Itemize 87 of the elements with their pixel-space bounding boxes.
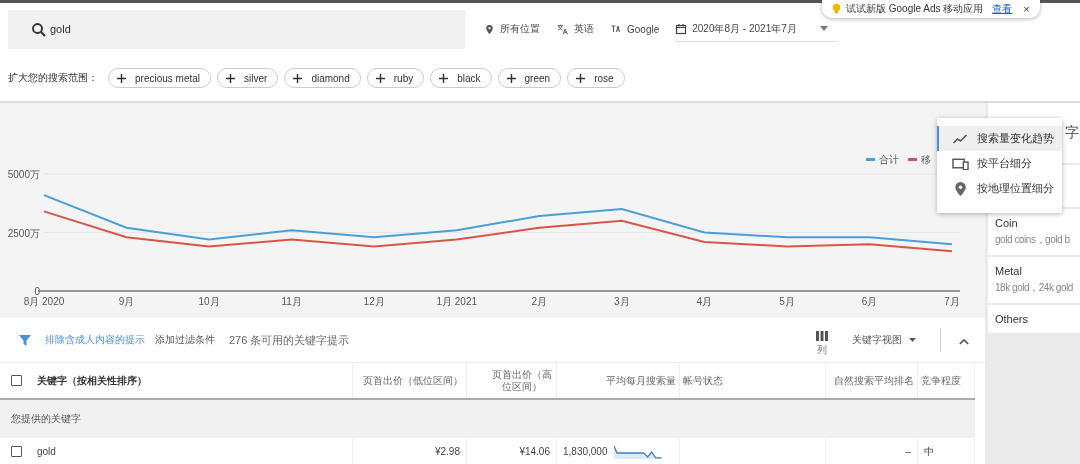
network-icon bbox=[610, 23, 622, 35]
axis-label: 11月 bbox=[281, 296, 302, 307]
plus-icon bbox=[375, 73, 385, 83]
keyword-chip[interactable]: rose bbox=[567, 68, 625, 88]
keyword-chip[interactable]: green bbox=[497, 68, 562, 88]
search-icon bbox=[30, 20, 48, 39]
axis-label: 10月 bbox=[198, 296, 220, 307]
column-header[interactable]: 竞争程度 bbox=[921, 374, 961, 387]
group-label: 您提供的关键字 bbox=[11, 412, 81, 426]
category-card[interactable]: Coin gold coins，gold b bbox=[988, 209, 1080, 255]
legend-label: 合计 bbox=[879, 154, 899, 165]
category-title: Metal bbox=[995, 265, 1023, 277]
axis-label: 3月 bbox=[614, 296, 630, 307]
legend-label: 移 bbox=[921, 154, 931, 165]
plus-icon bbox=[226, 73, 236, 83]
axis-label: 6月 bbox=[861, 296, 878, 307]
notification-text: 试试新版 Google Ads 移动应用 bbox=[846, 2, 984, 16]
caret-icon bbox=[819, 26, 828, 31]
axis-label: 0 bbox=[34, 286, 40, 297]
axis-label: 9月 bbox=[118, 296, 135, 307]
table-cell: ¥2.98 bbox=[434, 446, 460, 457]
plus-icon bbox=[506, 73, 516, 83]
axis-label: 5月 bbox=[779, 296, 795, 307]
plus-icon bbox=[293, 73, 303, 83]
close-button[interactable]: × bbox=[1017, 3, 1030, 15]
table-cell: gold bbox=[37, 446, 56, 457]
chevron-up-icon bbox=[959, 337, 969, 345]
column-header[interactable]: 自然搜索平均排名 bbox=[834, 374, 914, 387]
checkbox[interactable] bbox=[11, 446, 22, 457]
filter-link[interactable]: 排除含成人内容的提示 bbox=[45, 333, 145, 347]
axis-label: 1月 2021 bbox=[436, 296, 477, 307]
table-cell: ¥14.06 bbox=[519, 446, 550, 457]
broaden-label: 扩大您的搜索范围： bbox=[8, 71, 98, 85]
keyword-chip[interactable]: silver bbox=[217, 68, 279, 88]
location-button[interactable]: 所有位置 bbox=[484, 22, 556, 36]
category-title: Others bbox=[995, 313, 1029, 325]
search-field[interactable]: gold bbox=[8, 9, 465, 49]
axis-label: 2月 bbox=[531, 296, 548, 307]
category-card[interactable]: Others bbox=[988, 305, 1080, 333]
plus-icon bbox=[117, 73, 126, 83]
pin-icon bbox=[484, 23, 495, 35]
network-button[interactable]: Google bbox=[610, 23, 676, 35]
suggestion-count: 276 条可用的关键字提示 bbox=[229, 332, 350, 348]
lightbulb-icon bbox=[832, 3, 841, 15]
column-header[interactable]: 关键字（按相关性排序） bbox=[37, 373, 147, 388]
add-filter-button[interactable]: 添加过滤条件 bbox=[155, 333, 215, 347]
axis-label: 5000万 bbox=[7, 169, 40, 180]
table-cell: 1,830,000 bbox=[563, 446, 608, 457]
table-cell: – bbox=[905, 446, 911, 457]
menu-item[interactable]: 按平台细分 bbox=[937, 151, 1062, 176]
checkbox[interactable] bbox=[11, 375, 22, 386]
category-title: Coin bbox=[995, 217, 1019, 229]
axis-label: 2500万 bbox=[7, 227, 40, 239]
filter-icon bbox=[19, 334, 31, 346]
plus-icon bbox=[576, 73, 586, 83]
date-range-button[interactable]: 2020年8月 - 2021年7月 bbox=[675, 16, 838, 42]
calendar-icon bbox=[675, 22, 688, 35]
panel-heading: 字 bbox=[1065, 125, 1079, 139]
pin-icon bbox=[952, 181, 969, 196]
menu-item[interactable]: 按地理位置细分 bbox=[937, 176, 1062, 201]
menu-item[interactable]: 搜索量变化趋势 bbox=[937, 126, 1062, 151]
axis-label: 4月 bbox=[696, 296, 713, 307]
plus-icon bbox=[439, 73, 449, 83]
axis-label: 12月 bbox=[363, 296, 385, 307]
category-keywords: gold coins，gold b bbox=[995, 233, 1071, 247]
caret-icon bbox=[909, 338, 916, 342]
axis-label: 7月 bbox=[944, 296, 960, 307]
column-header[interactable]: 帐号状态 bbox=[683, 374, 723, 387]
category-keywords: 18k gold，24k gold bbox=[995, 281, 1074, 295]
keyword-chip[interactable]: black bbox=[430, 68, 492, 88]
table-cell: 中 bbox=[924, 444, 934, 459]
category-card[interactable]: Metal 18k gold，24k gold bbox=[988, 257, 1080, 303]
column-header[interactable]: 页首出价（低位区间） bbox=[363, 374, 463, 387]
columns-icon bbox=[816, 331, 828, 341]
translate-icon bbox=[556, 22, 569, 36]
keyword-chip[interactable]: precious metal bbox=[108, 68, 212, 88]
keyword-chip[interactable]: diamond bbox=[284, 68, 361, 88]
view-link[interactable]: 查看 bbox=[992, 2, 1013, 16]
trend-icon bbox=[952, 133, 969, 144]
column-header[interactable]: 平均每月搜索量 bbox=[606, 374, 676, 387]
axis-label: 8月 2020 bbox=[23, 296, 65, 307]
devices-icon bbox=[952, 157, 969, 170]
column-header[interactable]: 页首出价（高位区间） bbox=[491, 368, 553, 393]
view-dropdown[interactable]: 关键字视图 bbox=[846, 332, 922, 348]
columns-button[interactable]: 列 bbox=[816, 331, 828, 357]
keyword-chip[interactable]: ruby bbox=[366, 68, 425, 88]
language-button[interactable]: 英语 bbox=[556, 22, 610, 36]
